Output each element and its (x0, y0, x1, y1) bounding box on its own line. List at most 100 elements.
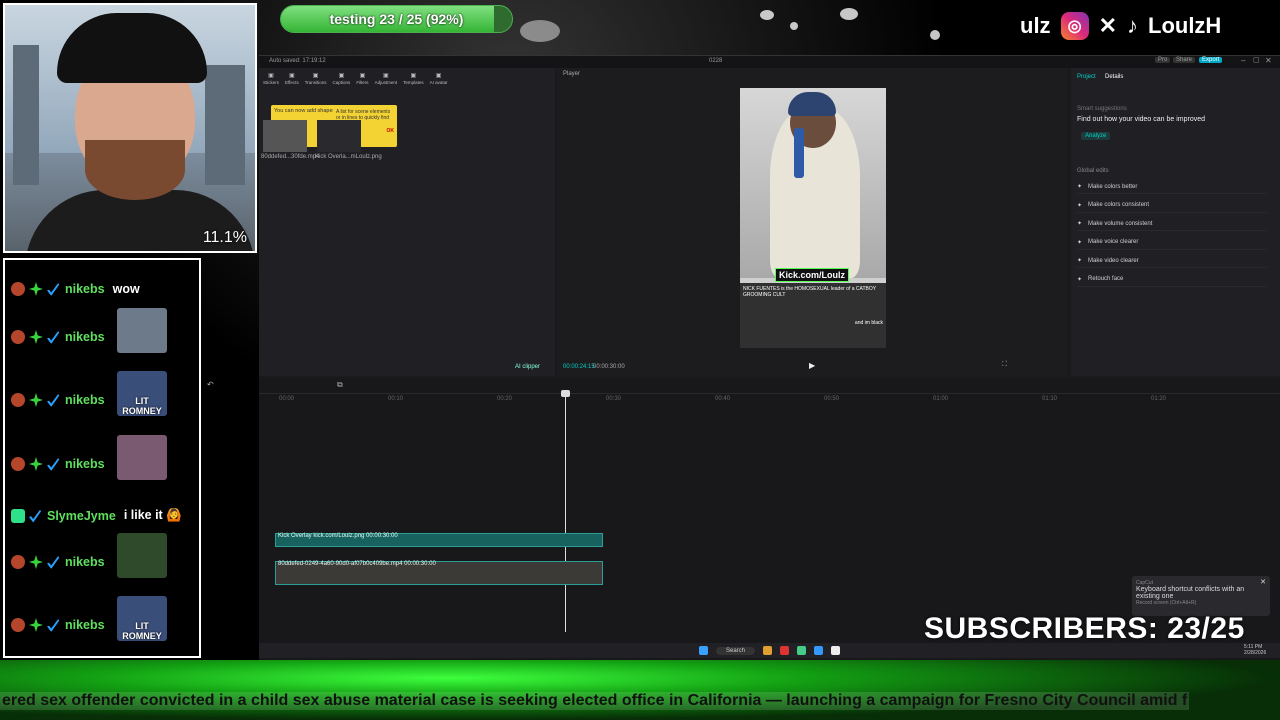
tab-details[interactable]: Details (1105, 74, 1123, 80)
edit-label: Retouch face (1088, 276, 1124, 282)
play-icon[interactable]: ▶ (809, 361, 815, 370)
ruler-tick: 00:20 (497, 396, 513, 402)
toolbar-label: AI avatar (429, 80, 448, 85)
toolbar-transitions[interactable]: ▣ Transitions (305, 72, 327, 85)
progress-label: testing 23 / 25 (92%) (329, 11, 464, 27)
verified-check-icon (47, 618, 61, 632)
ruler-tick: 01:20 (1151, 396, 1167, 402)
verified-check-icon (47, 393, 61, 407)
autosave-status: Auto saved: 17:19:12 (269, 58, 326, 64)
folder-icon[interactable] (763, 646, 772, 655)
chat-username[interactable]: nikebs (65, 457, 105, 471)
toolbar-icon: ▣ (289, 73, 295, 79)
ai-clipper-button[interactable]: AI clipper (515, 364, 540, 370)
app-icon[interactable] (780, 646, 789, 655)
paint-splash (520, 20, 560, 42)
media-thumb-video[interactable] (263, 120, 307, 152)
sparkle-badge-icon (29, 457, 43, 471)
browser-icon[interactable] (814, 646, 823, 655)
toolbar-ai-avatar[interactable]: ▣ AI avatar (430, 72, 448, 85)
close-icon[interactable]: ✕ (1260, 578, 1266, 586)
app-icon[interactable] (831, 646, 840, 655)
media-thumb-overlay[interactable] (317, 120, 361, 152)
toolbar-captions[interactable]: ▣ Captions (333, 72, 351, 85)
overlay-track-clip[interactable]: Kick Overlay kick.com/Loulz.png 00:00:30… (275, 533, 603, 547)
track-label: 80ddefed-0249-4a60-90d0-af07b0c409be.mp4… (278, 561, 436, 567)
playhead-handle[interactable] (561, 390, 570, 397)
global-edit-item[interactable]: ✦ Make colors consistent (1077, 199, 1267, 213)
tab-project[interactable]: Project (1077, 74, 1096, 80)
global-edits-label: Global edits (1077, 168, 1109, 174)
toolbar-label: Transitions (304, 80, 327, 85)
toolbar-icon: ▣ (410, 73, 417, 79)
start-icon[interactable] (698, 646, 708, 655)
timeline-ruler: 00:00 00:10 00:20 00:30 00:40 00:50 01:00 01:10… (279, 394, 1259, 406)
chat-username[interactable]: nikebs (65, 393, 105, 407)
export-button[interactable]: Export (1199, 57, 1223, 63)
paint-splash (760, 10, 774, 20)
toolbar-adjustment[interactable]: ▣ Adjustment (375, 72, 398, 85)
edit-icon: ✦ (1077, 184, 1083, 190)
emote-lit-romney: LIT ROMNEY (117, 596, 167, 641)
emote-green-face (117, 533, 167, 578)
sparkle-badge-icon (29, 618, 43, 632)
edit-icon: ✦ (1077, 221, 1083, 227)
share-button[interactable]: Share (1173, 57, 1196, 63)
popup-text: Keyboard shortcut conflicts with an exis… (1136, 586, 1245, 600)
maximize-icon[interactable]: ▢ (1253, 56, 1260, 64)
taskbar-search[interactable]: Search (715, 646, 755, 655)
video-chat-overlay: NICK FUENTES is the HOMOSEXUAL leader of… (740, 283, 886, 348)
split-icon[interactable]: ⧉ (337, 380, 343, 390)
toolbar-icon: ▣ (268, 73, 274, 79)
avatar-badge-icon (11, 618, 25, 632)
ruler-tick: 00:10 (388, 396, 404, 402)
chat-username[interactable]: nikebs (65, 555, 105, 569)
playhead[interactable] (565, 392, 566, 632)
global-edit-item[interactable]: ✦ Retouch face (1077, 273, 1267, 287)
minimize-icon[interactable]: – (1241, 56, 1245, 65)
time-total: 00:00:30:00 (593, 364, 625, 370)
news-ticker: ered sex offender convicted in a child s… (0, 692, 1190, 710)
toolbar-templates[interactable]: ▣ Templates (403, 72, 424, 85)
edit-label: Make colors better (1088, 183, 1138, 190)
x-icon: ✕ (1098, 13, 1117, 38)
chat-username[interactable]: nikebs (65, 282, 105, 296)
instagram-icon: ◎ (1060, 12, 1089, 40)
toolbar-icon: ▣ (435, 73, 442, 79)
toolbar-label: Adjustment (374, 80, 398, 85)
chat-username[interactable]: nikebs (65, 330, 105, 344)
video-track-clip[interactable]: 80ddefed-0249-4a60-90d0-af07b0c409be.mp4… (275, 561, 603, 585)
tiktok-icon: ♪ (1127, 13, 1138, 38)
toolbar-stickers[interactable]: ▣ Stickers (263, 72, 279, 85)
global-edit-item[interactable]: ✦ Make video clearer (1077, 254, 1267, 268)
social-handles: ulz ◎ ✕ ♪ LoulzH (1020, 8, 1221, 44)
global-edits-list: ✦ Make colors better ✦ Make colors consiste… (1071, 180, 1280, 290)
chat-message: nikebs (11, 393, 105, 407)
ruler-tick: 00:40 (715, 396, 731, 402)
toolbar-filters[interactable]: ▣ Filters (356, 72, 368, 85)
app-icon[interactable] (797, 646, 806, 655)
chat-username[interactable]: SlymeJyme (47, 509, 116, 523)
toolbar-effects[interactable]: ▣ Effects (285, 72, 299, 85)
tip-ok-button[interactable]: OK (387, 128, 395, 134)
toolbar-icon: ▣ (312, 73, 319, 79)
global-edit-item[interactable]: ✦ Make colors better (1077, 180, 1267, 194)
edit-label: Make video clearer (1088, 257, 1139, 264)
fullscreen-icon[interactable]: ⛶ (1002, 361, 1007, 369)
chat-username[interactable]: nikebs (65, 618, 105, 632)
toolbar-label: Effects (285, 80, 299, 85)
edit-label: Make voice clearer (1088, 239, 1139, 245)
global-edit-item[interactable]: ✦ Make voice clearer (1077, 236, 1267, 250)
edit-label: Make colors consistent (1088, 202, 1150, 208)
chat-message: nikebs (11, 555, 105, 569)
close-icon[interactable]: ✕ (1265, 56, 1272, 65)
analyze-button[interactable]: Analyze (1081, 132, 1111, 140)
clock[interactable]: 5:11 PM 2/28/2026 (1244, 644, 1266, 656)
media-name: 80ddefed...30fde.mp4 (261, 154, 320, 160)
sparkle-badge-icon (29, 330, 43, 344)
undo-icon[interactable]: ↶ (207, 380, 214, 389)
global-edit-item[interactable]: ✦ Make volume consistent (1077, 217, 1267, 231)
pro-button[interactable]: Pro (1155, 57, 1171, 63)
verified-check-icon (47, 282, 61, 296)
toolbar-label: Stickers (263, 80, 280, 85)
